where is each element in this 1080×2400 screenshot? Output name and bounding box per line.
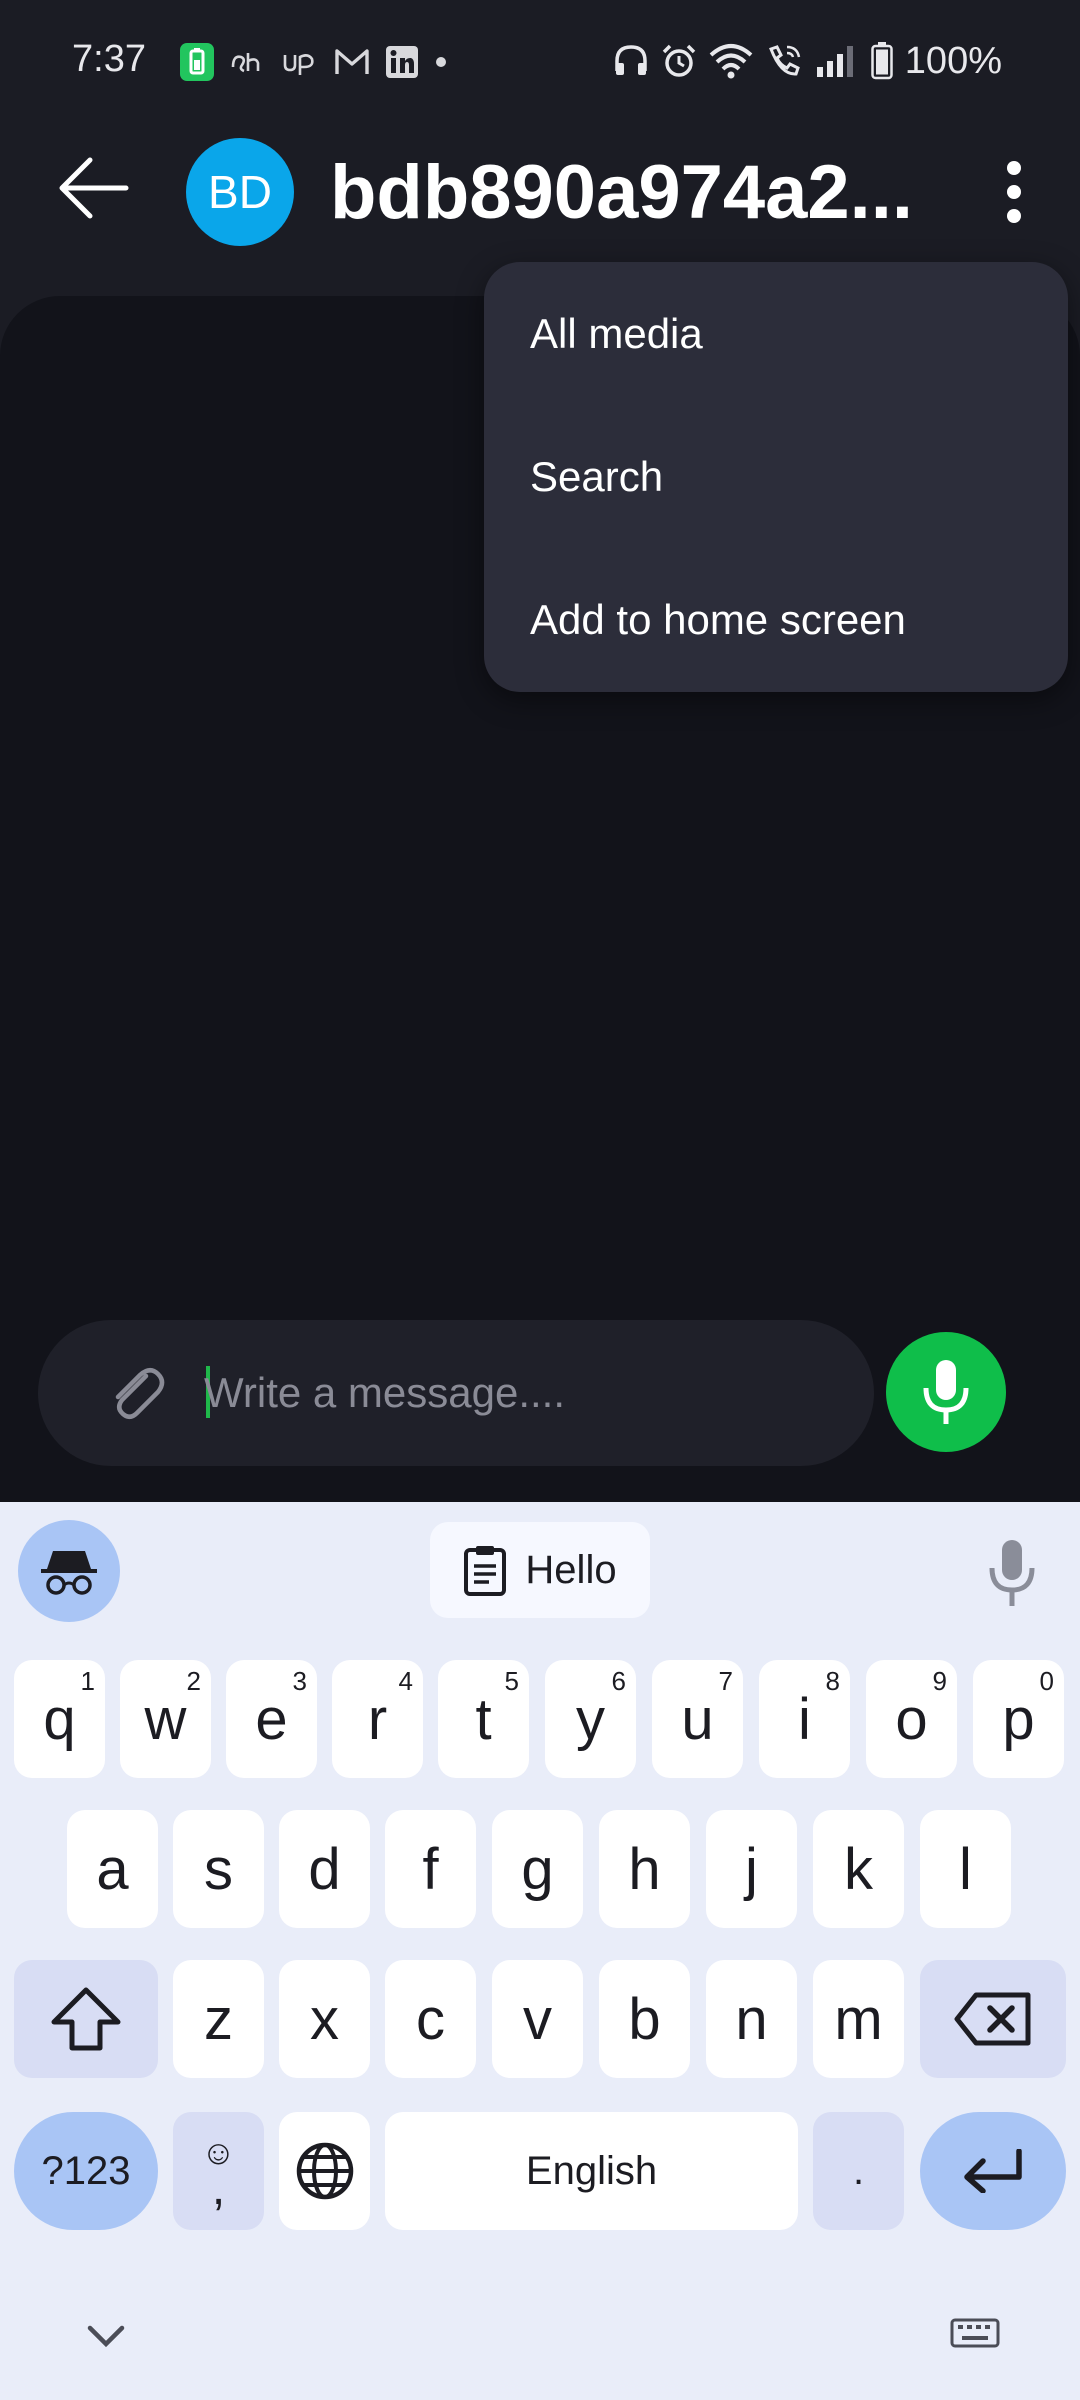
key-v[interactable]: v: [492, 1960, 583, 2078]
key-u[interactable]: u7: [652, 1660, 743, 1778]
key-z[interactable]: z: [173, 1960, 264, 2078]
alarm-icon: [662, 44, 696, 77]
battery-saver-icon: [180, 43, 214, 81]
key-t[interactable]: t5: [438, 1660, 529, 1778]
voice-typing-button[interactable]: [984, 1538, 1040, 1608]
key-i[interactable]: i8: [759, 1660, 850, 1778]
key-r[interactable]: r4: [332, 1660, 423, 1778]
status-time: 7:37: [72, 38, 146, 80]
key-s[interactable]: s: [173, 1810, 264, 1928]
globe-icon: [296, 2142, 353, 2200]
message-composer: [38, 1320, 874, 1466]
microphone-icon: [989, 1540, 1035, 1606]
menu-item-search[interactable]: Search: [484, 405, 1068, 549]
headphones-icon: [615, 45, 647, 75]
key-q[interactable]: q1: [14, 1660, 105, 1778]
shift-key[interactable]: [14, 1960, 158, 2078]
symbols-key[interactable]: ?123: [14, 2112, 158, 2230]
status-bar: 7:37 100%: [0, 0, 1080, 124]
back-arrow-icon: [59, 157, 129, 219]
battery-percentage: 100%: [904, 39, 1002, 82]
avatar[interactable]: BD: [186, 138, 294, 246]
key-x[interactable]: x: [279, 1960, 370, 2078]
notification-icons: [180, 42, 448, 82]
backspace-icon: [954, 1992, 1031, 2046]
back-button[interactable]: [54, 152, 134, 224]
incognito-icon: [41, 1551, 97, 1595]
key-o[interactable]: o9: [866, 1660, 957, 1778]
key-l[interactable]: l: [920, 1810, 1011, 1928]
soft-keyboard: Hello q1 w2 e3 r4 t5 y6 u7 i8 o9 p0 a s …: [0, 1502, 1080, 2400]
key-a[interactable]: a: [67, 1810, 158, 1928]
wifi-icon: [709, 44, 753, 79]
key-g[interactable]: g: [492, 1810, 583, 1928]
key-c[interactable]: c: [385, 1960, 476, 2078]
shift-icon: [51, 1987, 121, 2051]
keyboard-switch-button[interactable]: [950, 2314, 1000, 2350]
key-m[interactable]: m: [813, 1960, 904, 2078]
key-e[interactable]: e3: [226, 1660, 317, 1778]
key-j[interactable]: j: [706, 1810, 797, 1928]
emoji-comma-key[interactable]: ☺ ,: [173, 2112, 264, 2230]
key-y[interactable]: y6: [545, 1660, 636, 1778]
key-d[interactable]: d: [279, 1810, 370, 1928]
clipboard-icon: [464, 1546, 507, 1596]
period-key[interactable]: .: [813, 2112, 904, 2230]
incognito-button[interactable]: [18, 1520, 120, 1622]
language-key[interactable]: [279, 2112, 370, 2230]
key-h[interactable]: h: [599, 1810, 690, 1928]
up-app-icon: [283, 54, 314, 75]
gmail-icon: [335, 49, 369, 74]
linkedin-icon: [386, 46, 418, 78]
comma-label: ,: [211, 2162, 226, 2215]
menu-item-all-media[interactable]: All media: [484, 262, 1068, 406]
battery-icon: [871, 42, 893, 80]
space-key[interactable]: English: [385, 2112, 798, 2230]
dh-app-icon: [231, 53, 260, 73]
hide-keyboard-button[interactable]: [82, 2322, 130, 2352]
paperclip-icon: [115, 1368, 165, 1419]
clipboard-text: Hello: [525, 1547, 617, 1592]
keyboard-icon: [950, 2318, 1000, 2348]
more-options-button[interactable]: [984, 150, 1044, 234]
microphone-icon: [923, 1360, 969, 1424]
key-f[interactable]: f: [385, 1810, 476, 1928]
enter-icon: [964, 2149, 1022, 2193]
backspace-key[interactable]: [920, 1960, 1066, 2078]
chat-title[interactable]: bdb890a974a2...: [330, 138, 913, 246]
key-k[interactable]: k: [813, 1810, 904, 1928]
message-input[interactable]: [204, 1350, 824, 1436]
chevron-down-icon: [87, 2325, 125, 2348]
enter-key[interactable]: [920, 2112, 1066, 2230]
signal-icon: [816, 46, 853, 77]
voice-message-button[interactable]: [886, 1332, 1006, 1452]
key-n[interactable]: n: [706, 1960, 797, 2078]
clipboard-suggestion[interactable]: Hello: [430, 1522, 650, 1618]
wifi-calling-icon: [768, 45, 801, 76]
key-p[interactable]: p0: [973, 1660, 1064, 1778]
attach-button[interactable]: [102, 1358, 172, 1428]
more-dot-icon: [436, 57, 446, 67]
menu-item-add-to-home-screen[interactable]: Add to home screen: [484, 548, 1068, 692]
system-status-icons: 100%: [613, 38, 1002, 84]
overflow-menu: All media Search Add to home screen: [484, 262, 1068, 692]
key-b[interactable]: b: [599, 1960, 690, 2078]
more-vertical-icon: [1007, 161, 1021, 223]
key-w[interactable]: w2: [120, 1660, 211, 1778]
